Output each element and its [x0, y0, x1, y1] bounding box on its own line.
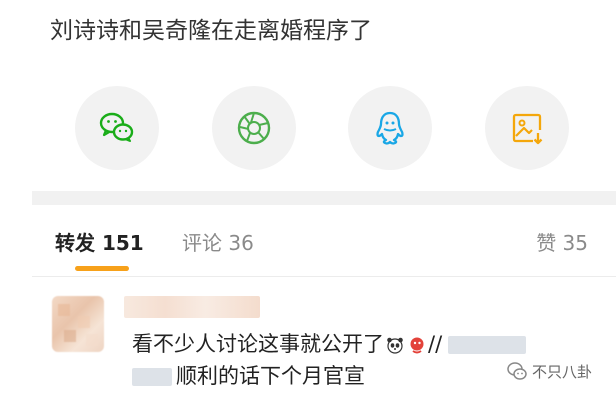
share-moments-button[interactable]	[212, 86, 296, 170]
save-image-icon	[512, 113, 543, 145]
username-redacted[interactable]	[124, 296, 260, 318]
section-divider	[32, 191, 616, 205]
active-tab-indicator	[75, 266, 129, 271]
comment-text-line1: 看不少人讨论这事就公开了 //	[132, 330, 527, 358]
save-image-button[interactable]	[485, 86, 569, 170]
tab-like[interactable]: 赞 35	[536, 230, 588, 256]
tab-forward[interactable]: 转发 151	[55, 230, 144, 256]
panda-emoji-icon	[387, 337, 403, 354]
share-row	[0, 86, 616, 170]
post-tabs: 转发 151 评论 36 赞 35	[0, 212, 616, 272]
qq-icon	[376, 111, 404, 145]
comment-text-part2: 顺利的话下个月官宣	[176, 364, 365, 388]
repost-separator: //	[428, 332, 443, 356]
watermark: 不只八卦	[506, 358, 592, 384]
redacted-mention-2[interactable]	[132, 368, 172, 386]
watermark-text: 不只八卦	[532, 362, 593, 381]
wechat-official-account-icon	[507, 362, 527, 380]
avatar[interactable]	[52, 296, 104, 352]
share-wechat-button[interactable]	[75, 86, 159, 170]
comment-text-line2: 顺利的话下个月官宣	[132, 362, 365, 390]
redacted-mention[interactable]	[448, 336, 527, 354]
red-face-emoji-icon	[410, 337, 424, 354]
comment-text-part1: 看不少人讨论这事就公开了	[132, 332, 384, 356]
tabs-divider	[32, 276, 616, 277]
tab-comment[interactable]: 评论 36	[182, 230, 254, 256]
wechat-icon	[99, 112, 134, 142]
post-headline: 刘诗诗和吴奇隆在走离婚程序了	[50, 18, 372, 44]
share-qq-button[interactable]	[348, 86, 432, 170]
moments-icon	[237, 111, 271, 145]
